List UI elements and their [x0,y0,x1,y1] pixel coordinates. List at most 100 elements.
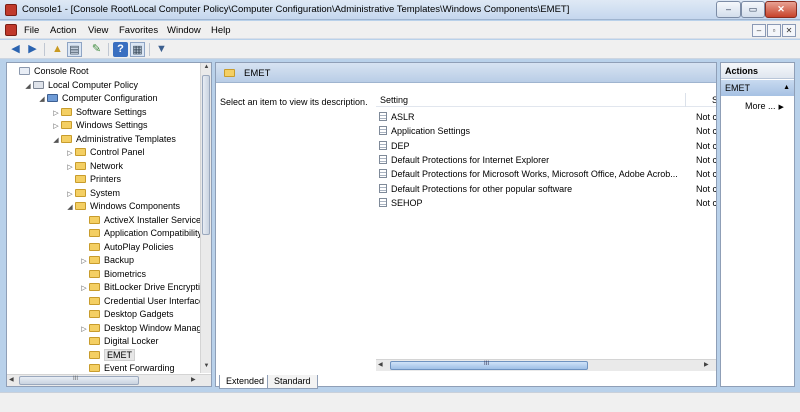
tree-vscroll-thumb[interactable] [202,75,210,235]
filter-icon[interactable]: ▼ [154,42,169,57]
actions-more-link[interactable]: More ... ▶ [745,101,784,111]
expand-arrow-icon[interactable]: ▷ [65,188,75,201]
setting-row[interactable]: Default Protections for Microsoft Works,… [379,168,716,181]
tree-item[interactable]: ◢ Computer Configuration [37,92,157,106]
menu-file[interactable]: File [24,25,39,36]
help-icon[interactable]: ? [113,42,128,57]
mmc-app-icon[interactable] [5,4,17,16]
export-list-icon[interactable]: ✎ [89,42,104,57]
setting-state: Not co [696,197,717,208]
console-tree[interactable]: Console Root ◢ Local Computer Policy ◢ Compu… [6,62,212,387]
tree-item-label: Desktop Window Manager [104,322,210,333]
tree-item[interactable]: ActiveX Installer Service [79,214,201,227]
child-window-icon[interactable] [5,24,17,36]
window-title: Console1 - [Console Root\Local Computer … [22,4,570,15]
tree-item[interactable]: Desktop Gadgets [79,308,174,321]
toolbar-separator [149,43,150,56]
setting-row[interactable]: DEP Not co [379,140,716,153]
tree-horizontal-scrollbar[interactable]: ◀ III ▶ [7,374,211,386]
tree-vertical-scrollbar[interactable]: ▲ ▼ [200,63,211,373]
properties-icon[interactable]: ▦ [130,42,145,57]
setting-row[interactable]: SEHOP Not co [379,197,717,210]
list-horizontal-scrollbar[interactable]: ◀ III ▶ [376,359,716,371]
expand-arrow-icon[interactable]: ◢ [23,80,33,93]
tab-standard[interactable]: Standard [267,375,318,389]
minimize-button[interactable]: – [716,1,741,18]
title-bar: Console1 - [Console Root\Local Computer … [0,0,800,20]
tree-item[interactable]: ▷ BitLocker Drive Encryption [79,281,210,294]
tree-item[interactable]: Digital Locker [79,335,159,348]
scroll-left-icon[interactable]: ◀ [378,361,383,368]
column-divider[interactable] [685,93,686,107]
expand-arrow-icon[interactable]: ◢ [37,93,47,106]
menu-help[interactable]: Help [211,25,231,36]
expand-arrow-icon[interactable]: ▷ [79,255,89,268]
folder-icon [89,296,100,305]
child-minimize-button[interactable]: – [752,24,766,37]
child-restore-button[interactable]: ▫ [767,24,781,37]
menu-favorites[interactable]: Favorites [119,25,158,36]
setting-row[interactable]: Default Protections for other popular so… [379,183,716,196]
tree-item[interactable]: AutoPlay Policies [79,241,174,254]
tree-item[interactable]: ▷ Backup [79,254,134,267]
tree-item[interactable]: Application Compatibility [79,227,202,240]
child-close-button[interactable]: ✕ [782,24,796,37]
tree-item[interactable]: ◢ Windows Components [65,200,180,213]
policy-setting-icon [379,140,387,150]
scroll-right-icon[interactable]: ▶ [704,361,709,368]
tree-item-label: System [90,187,121,198]
scroll-left-icon[interactable]: ◀ [9,376,14,383]
folder-icon [89,269,100,278]
forward-icon[interactable]: ▶ [25,42,40,57]
expand-arrow-icon[interactable]: ▷ [79,323,89,336]
tab-extended[interactable]: Extended [219,375,272,389]
setting-row[interactable]: Application Settings Not co [379,125,717,138]
expand-arrow-icon[interactable]: ▷ [51,107,61,120]
folder-icon [89,337,100,345]
maximize-button[interactable]: ▭ [741,1,765,18]
tree-item[interactable]: Credential User Interface [79,295,204,308]
actions-section-emet[interactable]: EMET ▲ [721,80,794,96]
tree-item-label: ActiveX Installer Service [104,214,202,225]
folder-icon [89,229,100,237]
folder-icon [75,188,86,197]
setting-name: ASLR [391,112,415,122]
setting-row[interactable]: ASLR Not co [379,111,716,124]
tree-item[interactable]: EMET [79,348,136,362]
tree-item[interactable]: ▷ Software Settings [51,106,146,120]
menu-window[interactable]: Window [167,25,201,36]
scroll-right-icon[interactable]: ▶ [191,376,196,383]
tree-item[interactable]: ▷ System [65,187,120,200]
collapse-icon[interactable]: ▲ [783,80,790,96]
back-icon[interactable]: ◀ [8,42,23,57]
setting-row[interactable]: Default Protections for Internet Explore… [379,154,716,167]
close-button[interactable]: ✕ [765,1,797,18]
expand-arrow-icon[interactable]: ▷ [65,161,75,174]
tree-hscroll-thumb[interactable] [19,376,139,385]
setting-state: Not co [696,126,717,137]
actions-section-label: EMET [725,83,751,93]
tree-item[interactable]: Console Root [9,65,89,78]
tree-item[interactable]: ▷ Desktop Window Manager [79,322,210,336]
menu-view[interactable]: View [88,25,108,36]
tree-item[interactable]: Printers [65,173,121,186]
scroll-up-icon[interactable]: ▲ [202,64,211,70]
tree-item[interactable]: ▷ Windows Settings [51,119,147,133]
tree-item[interactable]: ◢ Local Computer Policy [23,79,138,92]
expand-arrow-icon[interactable]: ◢ [51,134,61,147]
tree-item[interactable]: ▷ Control Panel [65,146,144,160]
expand-arrow-icon[interactable]: ▷ [65,147,75,160]
show-hide-tree-icon[interactable]: ▤ [67,42,82,57]
policy-setting-icon [379,169,387,179]
menu-action[interactable]: Action [50,25,76,36]
scroll-down-icon[interactable]: ▼ [202,363,211,369]
expand-arrow-icon[interactable]: ▷ [51,120,61,133]
tree-item[interactable]: ▷ Network [65,160,123,173]
column-setting[interactable]: Setting [380,95,408,105]
expand-arrow-icon[interactable]: ▷ [79,282,89,295]
tree-item[interactable]: Biometrics [79,268,146,281]
tree-item[interactable]: ◢ Administrative Templates [51,133,176,146]
up-folder-icon[interactable]: ▲ [50,42,65,57]
column-state[interactable]: S [712,95,716,105]
expand-arrow-icon[interactable]: ◢ [65,201,75,214]
